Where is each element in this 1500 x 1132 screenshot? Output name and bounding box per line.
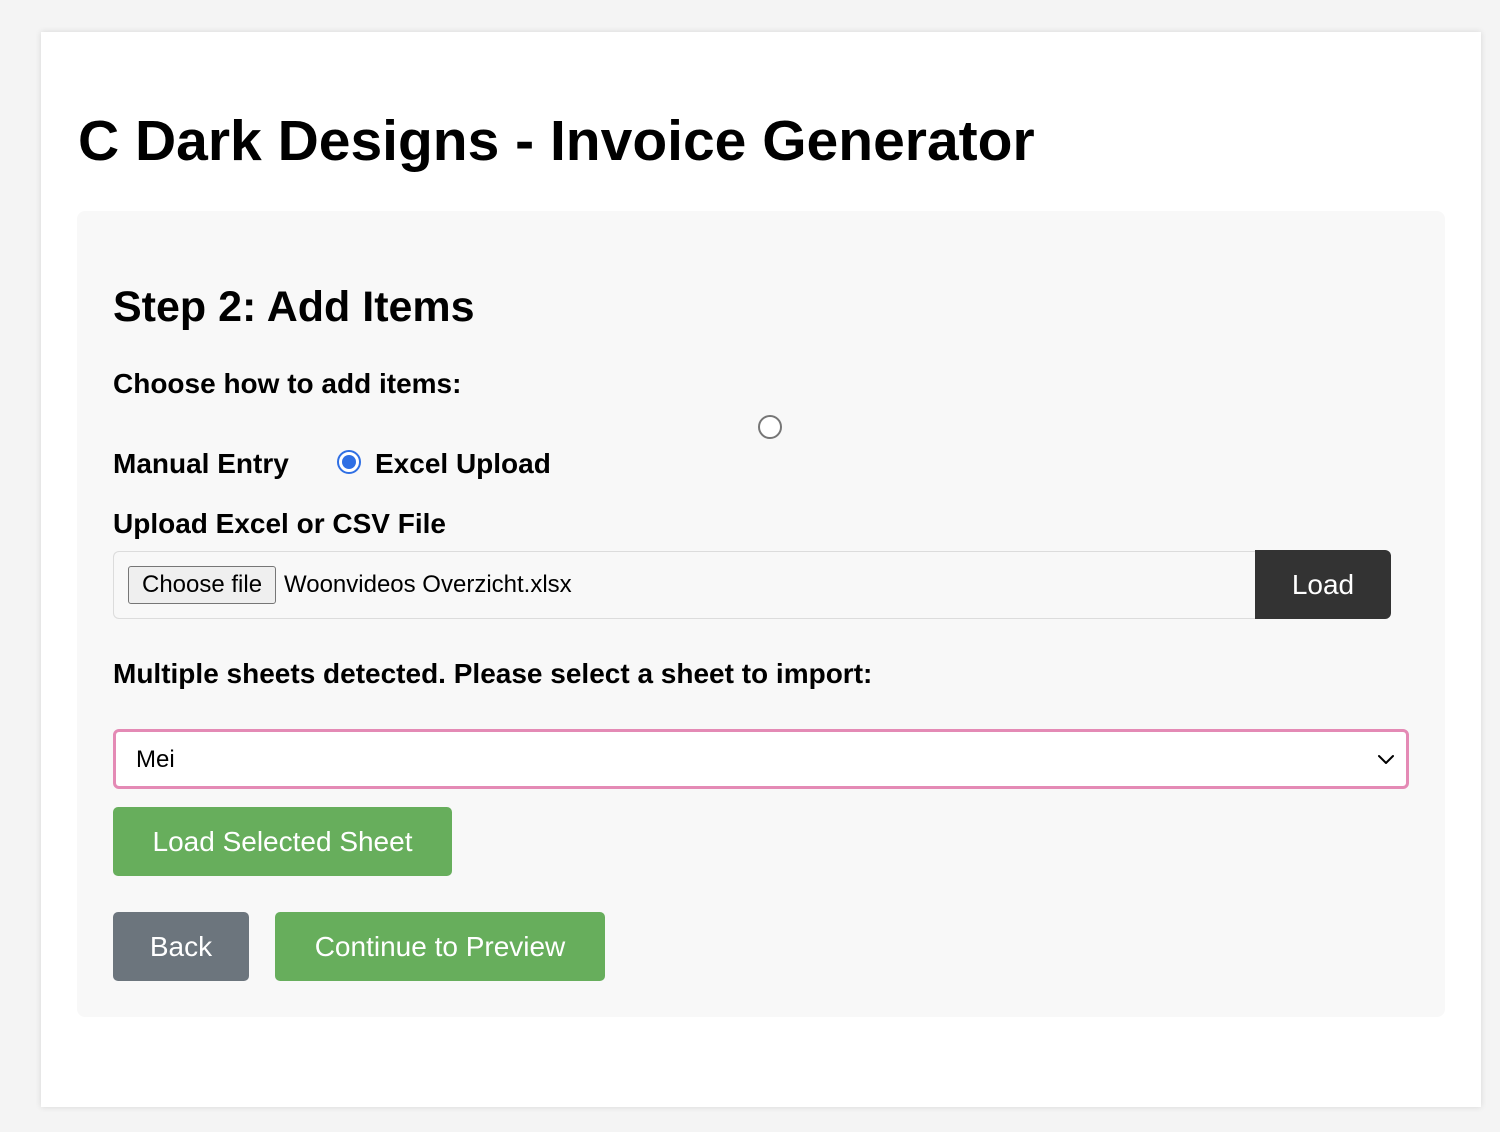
sheet-select[interactable]: Mei (113, 729, 1409, 789)
upload-file-label: Upload Excel or CSV File (113, 508, 446, 539)
sheet-select-value: Mei (136, 746, 175, 773)
back-button[interactable]: Back (113, 912, 249, 981)
manual-entry-radio[interactable] (758, 415, 782, 439)
step-title: Step 2: Add Items (113, 283, 475, 331)
chevron-down-icon (1378, 755, 1394, 764)
continue-to-preview-button[interactable]: Continue to Preview (275, 912, 605, 981)
radio-selected-dot (342, 455, 356, 469)
choose-method-label: Choose how to add items: (113, 368, 462, 399)
load-file-button[interactable]: Load (1255, 550, 1391, 619)
selected-file-name: Woonvideos Overzicht.xlsx (284, 571, 572, 598)
choose-file-button[interactable]: Choose file (128, 566, 277, 604)
load-selected-sheet-button[interactable]: Load Selected Sheet (113, 807, 452, 876)
excel-upload-label[interactable]: Excel Upload (375, 448, 551, 480)
page-title: C Dark Designs - Invoice Generator (78, 109, 1035, 173)
file-input[interactable]: Choose file Woonvideos Overzicht.xlsx (113, 551, 1255, 619)
excel-upload-radio[interactable] (337, 450, 361, 474)
manual-entry-label[interactable]: Manual Entry (113, 448, 289, 480)
sheet-select-label: Multiple sheets detected. Please select … (113, 658, 873, 689)
